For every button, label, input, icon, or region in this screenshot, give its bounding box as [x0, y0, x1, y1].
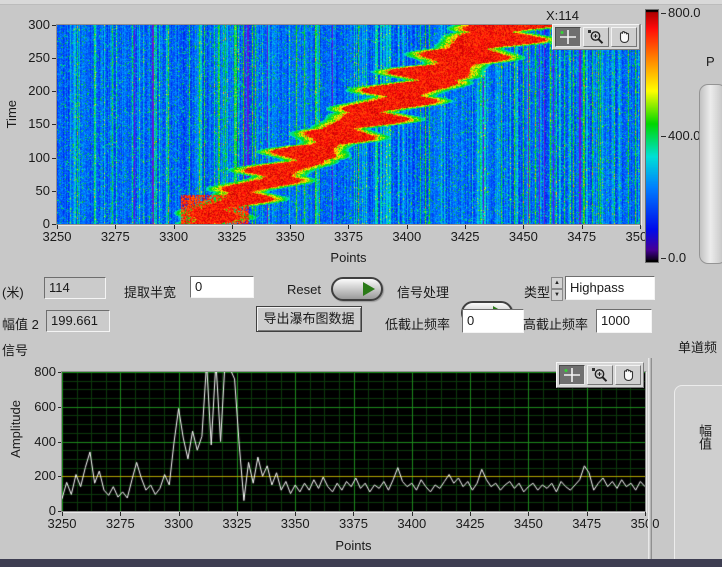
axis-tick-label: 800: [20, 365, 56, 379]
axis-tick-label: 3450: [508, 516, 548, 531]
axis-tick-label: 150: [14, 117, 50, 131]
waterfall-x-ticks: 3250 3275 3300 3325 3350 3375 3400 3425 3450 3475…: [37, 229, 660, 244]
axis-tick-label: 3250: [42, 516, 82, 531]
axis-tick-label: 3500: [625, 516, 665, 531]
waterfall-graph-toolbar: [552, 24, 640, 50]
waterfall-x-axis-label: Points: [57, 250, 640, 265]
waterfall-heatmap-canvas[interactable]: [57, 25, 640, 224]
waveform-plot-frame: [61, 371, 646, 512]
zoom-tool-icon[interactable]: [583, 27, 609, 47]
color-scale-frame: [645, 9, 659, 263]
axis-tick-label: 400: [20, 435, 56, 449]
axis-tick-label: 200: [20, 469, 56, 483]
axis-tick-label: 50: [14, 184, 50, 198]
zoom-tool-icon[interactable]: [587, 365, 613, 385]
cursor-tool-icon[interactable]: [555, 27, 581, 47]
high-cutoff-label: 高截止频率: [523, 314, 588, 333]
pan-tool-icon[interactable]: [615, 365, 641, 385]
cursor-readout: X:114: [546, 8, 579, 23]
axis-tick-label: 3400: [392, 516, 432, 531]
reset-label: Reset: [287, 282, 321, 297]
axis-tick-label: 3375: [328, 229, 368, 244]
axis-tick-label: 3475: [562, 229, 602, 244]
axis-tick-label: 600: [20, 400, 56, 414]
axis-tick-label: 3325: [212, 229, 252, 244]
waveform-y-ticks: 8006004002000: [20, 365, 56, 518]
axis-tick-label: 3275: [100, 516, 140, 531]
cursor-tool-icon[interactable]: [559, 365, 585, 385]
panel-divider: [648, 358, 652, 560]
filter-type-combo[interactable]: Highpass: [565, 276, 655, 300]
waterfall-y-ticks: 300250200150100500: [14, 18, 50, 231]
half-width-label: 提取半宽: [124, 282, 176, 301]
axis-tick-label: 250: [14, 51, 50, 65]
axis-tick-label: 800.0: [661, 5, 709, 21]
amplitude2-value-field[interactable]: 199.661: [46, 310, 110, 332]
axis-tick-label: 3325: [217, 516, 257, 531]
axis-tick-label: 3400: [387, 229, 427, 244]
spinner-up-icon[interactable]: ▲: [551, 277, 563, 289]
axis-tick-label: 3350: [270, 229, 310, 244]
axis-tick-label: 3450: [503, 229, 543, 244]
waveform-graph-toolbar: [556, 362, 644, 388]
signal-processing-label: 信号处理: [397, 282, 449, 301]
axis-tick-label: 3300: [159, 516, 199, 531]
application-window: Time 300250200150100500 X:114 3250327533…: [0, 0, 722, 567]
spinner-down-icon[interactable]: ▼: [551, 289, 563, 301]
axis-tick-label: 3275: [95, 229, 135, 244]
axis-tick-label: 3375: [333, 516, 373, 531]
axis-tick-label: 3425: [445, 229, 485, 244]
half-width-input[interactable]: 0: [190, 276, 254, 298]
distance-label: (米): [2, 282, 24, 301]
color-scale-ramp: [646, 10, 658, 262]
axis-tick-label: 3300: [154, 229, 194, 244]
waterfall-plot-frame: [56, 24, 641, 225]
low-cutoff-input[interactable]: 0: [462, 309, 524, 333]
axis-tick-label: 100: [14, 151, 50, 165]
axis-tick-label: 3250: [37, 229, 77, 244]
side-panel-axis-label: 幅值: [695, 424, 714, 450]
export-waterfall-button[interactable]: 导出瀑布图数据: [256, 306, 362, 332]
window-bottom-strip: [0, 559, 722, 567]
waveform-x-axis-label: Points: [62, 538, 645, 553]
window-top-strip: [0, 0, 722, 5]
amplitude2-label: 幅值 2: [2, 314, 39, 333]
axis-tick-label: 200: [14, 84, 50, 98]
filter-type-spinner: ▲ ▼: [551, 277, 563, 299]
filter-type-label: 类型: [524, 282, 550, 301]
low-cutoff-label: 低截止频率: [385, 314, 450, 333]
axis-tick-label: 3475: [567, 516, 607, 531]
right-side-panel: 幅值: [674, 385, 722, 560]
waveform-x-ticks: 3250 3275 3300 3325 3350 3375 3400 3425 3450 3475…: [42, 516, 665, 531]
waveform-canvas[interactable]: [62, 372, 645, 511]
reset-toggle-button[interactable]: [331, 277, 383, 301]
pan-tool-icon[interactable]: [611, 27, 637, 47]
axis-tick-label: 300: [14, 18, 50, 32]
toggle-arrow-icon: [363, 282, 375, 296]
side-vertical-slider[interactable]: [699, 84, 722, 264]
side-partial-label: P: [706, 54, 715, 69]
axis-tick-label: 3425: [450, 516, 490, 531]
distance-value-field[interactable]: 114: [44, 277, 106, 299]
signal-section-label: 信号: [2, 340, 28, 359]
high-cutoff-input[interactable]: 1000: [596, 309, 652, 333]
axis-tick-label: 3350: [275, 516, 315, 531]
single-channel-section-label: 单道频: [678, 337, 717, 356]
